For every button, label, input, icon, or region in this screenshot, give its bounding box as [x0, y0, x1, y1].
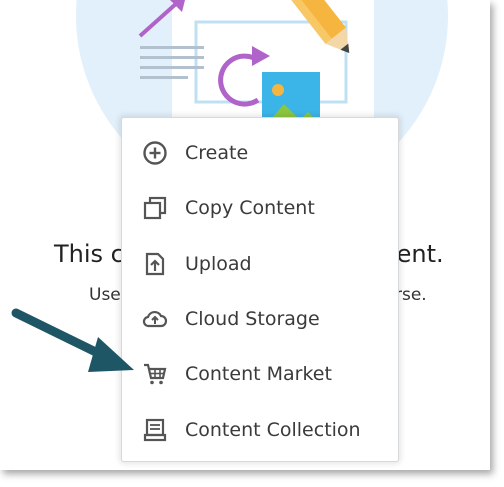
- screenshot-frame: This c ntent. Use rse. Create Copy Conte…: [0, 0, 490, 470]
- callout-arrow-icon: [11, 308, 134, 372]
